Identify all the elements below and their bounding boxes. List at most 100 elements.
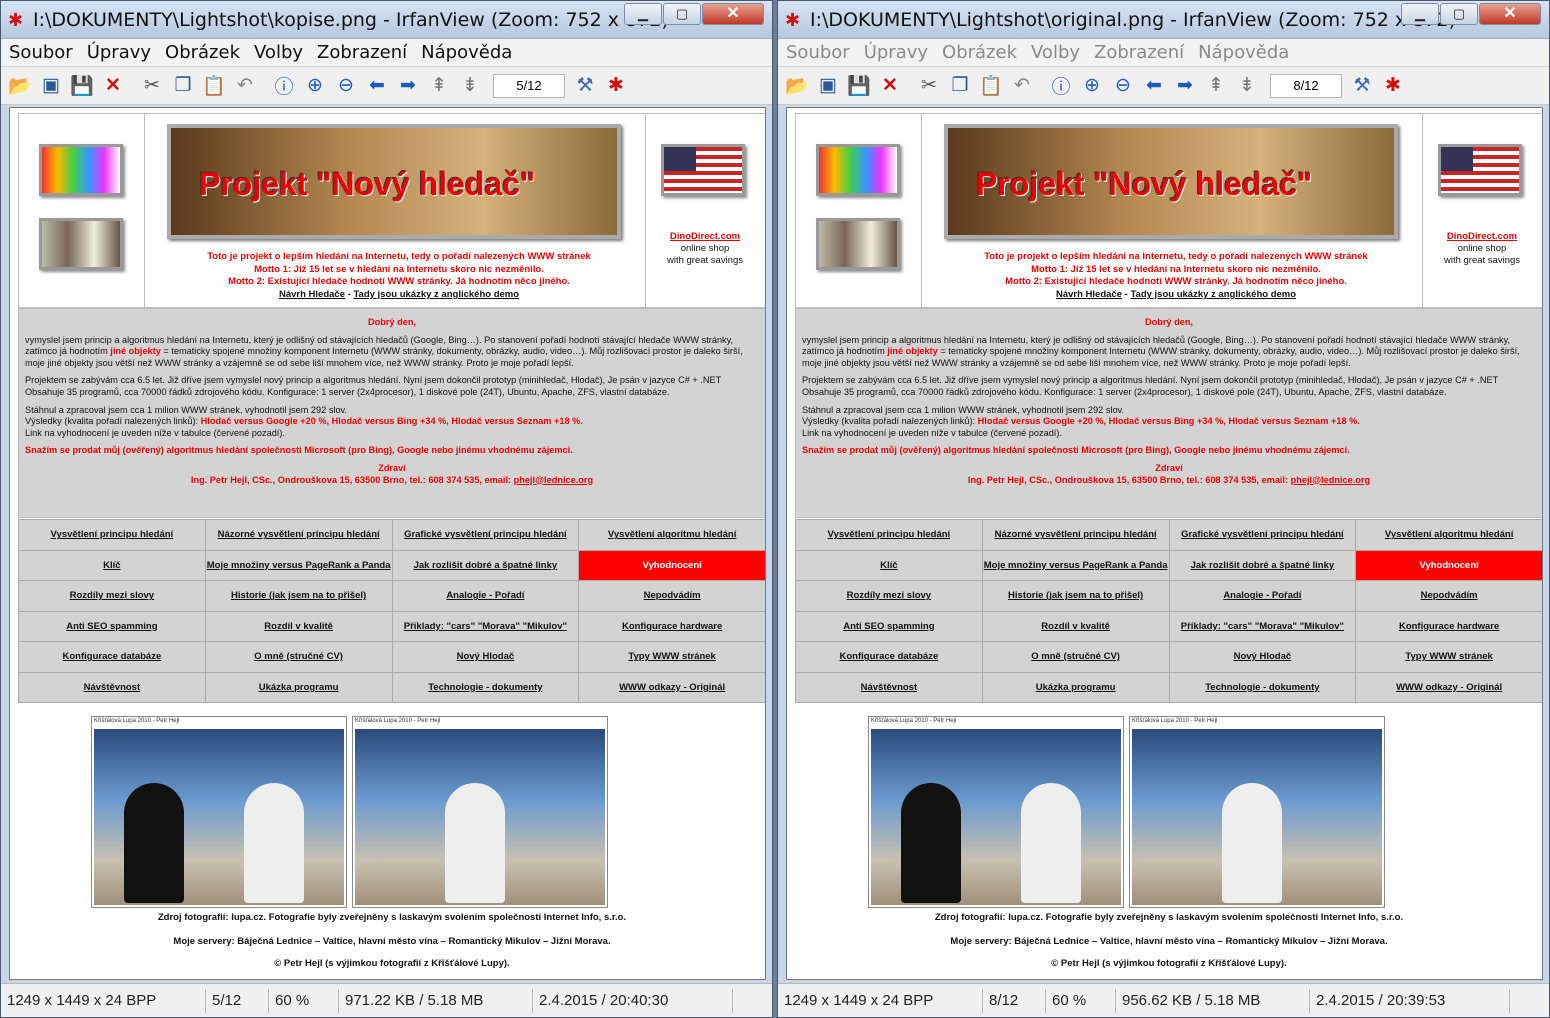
nav-link[interactable]: Grafické vysvětlení principu hledání xyxy=(1168,519,1357,551)
next-icon[interactable]: ➡ xyxy=(1171,72,1199,100)
menu-obrazek[interactable]: Obrázek xyxy=(165,42,240,63)
nav-link[interactable]: Návštěvnost xyxy=(795,671,983,703)
nav-link[interactable]: Rozdíly mezi slovy xyxy=(18,580,206,612)
nav-link[interactable]: Vysvětlení algoritmu hledání xyxy=(1355,519,1542,551)
nav-link[interactable]: Názorné vysvětlení principu hledání xyxy=(981,519,1170,551)
colors-thumbnail[interactable] xyxy=(816,144,900,196)
nav-link[interactable]: Grafické vysvětlení principu hledání xyxy=(391,519,580,551)
dinodirect-link[interactable]: DinoDirect.com xyxy=(649,231,761,242)
settings-icon[interactable]: ⚒ xyxy=(571,72,599,100)
nav-link[interactable]: Analogie - Pořadí xyxy=(391,580,580,612)
nav-link[interactable]: O mně (stručné CV) xyxy=(981,641,1170,673)
nav-link[interactable]: Konfigurace hardware xyxy=(578,610,765,642)
paste-icon[interactable]: 📋 xyxy=(200,72,228,100)
nav-link[interactable]: Historie (jak jsem na to přišel) xyxy=(981,580,1170,612)
minimize-button[interactable]: ▁ xyxy=(1401,3,1439,25)
nav-link[interactable]: Jak rozlišit dobré a špatné linky xyxy=(1168,549,1357,581)
menu-obrazek[interactable]: Obrázek xyxy=(942,42,1017,63)
colors-thumbnail[interactable] xyxy=(39,144,123,196)
nav-link[interactable]: Historie (jak jsem na to přišel) xyxy=(204,580,393,612)
nav-link[interactable]: Vysvětlení principu hledání xyxy=(795,519,983,551)
nav-link[interactable]: Moje množiny versus PageRank a Panda xyxy=(204,549,393,581)
nav-link[interactable]: Vysvětlení principu hledání xyxy=(18,519,206,551)
nav-link[interactable]: Nový Hlodač xyxy=(391,641,580,673)
nav-link[interactable]: Názorné vysvětlení principu hledání xyxy=(204,519,393,551)
email-link[interactable]: phejl@lednice.org xyxy=(514,475,593,485)
english-demo-link[interactable]: Tady jsou ukázky z anglického demo xyxy=(353,289,519,300)
nav-link[interactable]: WWW odkazy - Originál xyxy=(578,671,765,703)
menu-volby[interactable]: Volby xyxy=(254,42,303,63)
zoom-out-icon[interactable]: ⊖ xyxy=(332,72,360,100)
last-page-icon[interactable]: ⇟ xyxy=(456,72,484,100)
menu-zobrazeni[interactable]: Zobrazení xyxy=(1094,42,1184,63)
slideshow-icon[interactable]: ▣ xyxy=(37,72,65,100)
photo-left[interactable]: Křišťálová Lupa 2010 - Petr Hejl xyxy=(868,716,1124,908)
maximize-button[interactable]: ▢ xyxy=(1440,3,1478,25)
undo-icon[interactable]: ↶ xyxy=(1008,72,1036,100)
save-icon[interactable]: 💾 xyxy=(845,72,873,100)
nav-link[interactable]: Technologie - dokumenty xyxy=(391,671,580,703)
menu-soubor[interactable]: Soubor xyxy=(9,42,73,63)
page-counter[interactable]: 8/12 xyxy=(1270,73,1342,98)
nav-link[interactable]: Ukázka programu xyxy=(981,671,1170,703)
nav-link[interactable]: Anti SEO spamming xyxy=(18,610,206,642)
next-icon[interactable]: ➡ xyxy=(394,72,422,100)
open-icon[interactable]: 📂 xyxy=(6,72,34,100)
copy-icon[interactable]: ❐ xyxy=(169,72,197,100)
nav-link[interactable]: O mně (stručné CV) xyxy=(204,641,393,673)
paste-icon[interactable]: 📋 xyxy=(977,72,1005,100)
menu-zobrazeni[interactable]: Zobrazení xyxy=(317,42,407,63)
nav-link[interactable]: Rozdíl v kvalitě xyxy=(204,610,393,642)
last-page-icon[interactable]: ⇟ xyxy=(1233,72,1261,100)
photo-right[interactable]: Křišťálová Lupa 2010 - Petr Hejl xyxy=(1129,716,1385,908)
info-icon[interactable]: ⓘ xyxy=(1047,72,1075,100)
prev-icon[interactable]: ⬅ xyxy=(1140,72,1168,100)
undo-icon[interactable]: ↶ xyxy=(231,72,259,100)
zoom-in-icon[interactable]: ⊕ xyxy=(301,72,329,100)
irfanview-app-icon[interactable]: ✱ xyxy=(785,10,805,30)
menu-napoveda[interactable]: Nápověda xyxy=(421,42,512,63)
nav-link[interactable]: Nepodvádím xyxy=(578,580,765,612)
close-button[interactable]: ✕ xyxy=(702,3,764,25)
photo-right[interactable]: Křišťálová Lupa 2010 - Petr Hejl xyxy=(352,716,608,908)
us-flag-icon[interactable] xyxy=(661,144,745,196)
irfanview-app-icon[interactable]: ✱ xyxy=(8,10,28,30)
nav-link[interactable]: Moje množiny versus PageRank a Panda xyxy=(981,549,1170,581)
first-page-icon[interactable]: ⇞ xyxy=(425,72,453,100)
nav-link[interactable]: Anti SEO spamming xyxy=(795,610,983,642)
nav-link[interactable]: Analogie - Pořadí xyxy=(1168,580,1357,612)
menu-volby[interactable]: Volby xyxy=(1031,42,1080,63)
nav-link[interactable]: WWW odkazy - Originál xyxy=(1355,671,1542,703)
nav-link[interactable]: Klíč xyxy=(18,549,206,581)
photo-left[interactable]: Křišťálová Lupa 2010 - Petr Hejl xyxy=(91,716,347,908)
zoom-out-icon[interactable]: ⊖ xyxy=(1109,72,1137,100)
cut-icon[interactable]: ✂ xyxy=(138,72,166,100)
copy-icon[interactable]: ❐ xyxy=(946,72,974,100)
us-flag-icon[interactable] xyxy=(1438,144,1522,196)
menu-upravy[interactable]: Úpravy xyxy=(87,42,151,63)
photo-thumbnail[interactable] xyxy=(816,218,900,270)
cut-icon[interactable]: ✂ xyxy=(915,72,943,100)
menu-upravy[interactable]: Úpravy xyxy=(864,42,928,63)
nav-link[interactable]: Klíč xyxy=(795,549,983,581)
minimize-button[interactable]: ▁ xyxy=(624,3,662,25)
nav-link[interactable]: Typy WWW stránek xyxy=(578,641,765,673)
zoom-in-icon[interactable]: ⊕ xyxy=(1078,72,1106,100)
first-page-icon[interactable]: ⇞ xyxy=(1202,72,1230,100)
info-icon[interactable]: ⓘ xyxy=(270,72,298,100)
nav-link[interactable]: Nepodvádím xyxy=(1355,580,1542,612)
title-bar[interactable]: ✱ I:\DOKUMENTY\Lightshot\original.png - … xyxy=(778,1,1549,39)
english-demo-link[interactable]: Tady jsou ukázky z anglického demo xyxy=(1130,289,1296,300)
nav-link[interactable]: Typy WWW stránek xyxy=(1355,641,1542,673)
email-link[interactable]: phejl@lednice.org xyxy=(1291,475,1370,485)
dinodirect-link[interactable]: DinoDirect.com xyxy=(1426,231,1538,242)
nav-link[interactable]: Nový Hlodač xyxy=(1168,641,1357,673)
settings-icon[interactable]: ⚒ xyxy=(1348,72,1376,100)
maximize-button[interactable]: ▢ xyxy=(663,3,701,25)
nav-link[interactable]: Konfigurace databáze xyxy=(795,641,983,673)
nav-link[interactable]: Jak rozlišit dobré a špatné linky xyxy=(391,549,580,581)
image-viewport[interactable]: Projekt "Nový hledač" Toto je projekt o … xyxy=(9,107,766,980)
title-bar[interactable]: ✱ I:\DOKUMENTY\Lightshot\kopise.png - Ir… xyxy=(1,1,772,39)
exit-icon[interactable]: ✱ xyxy=(602,72,630,100)
nav-link[interactable]: Rozdíl v kvalitě xyxy=(981,610,1170,642)
